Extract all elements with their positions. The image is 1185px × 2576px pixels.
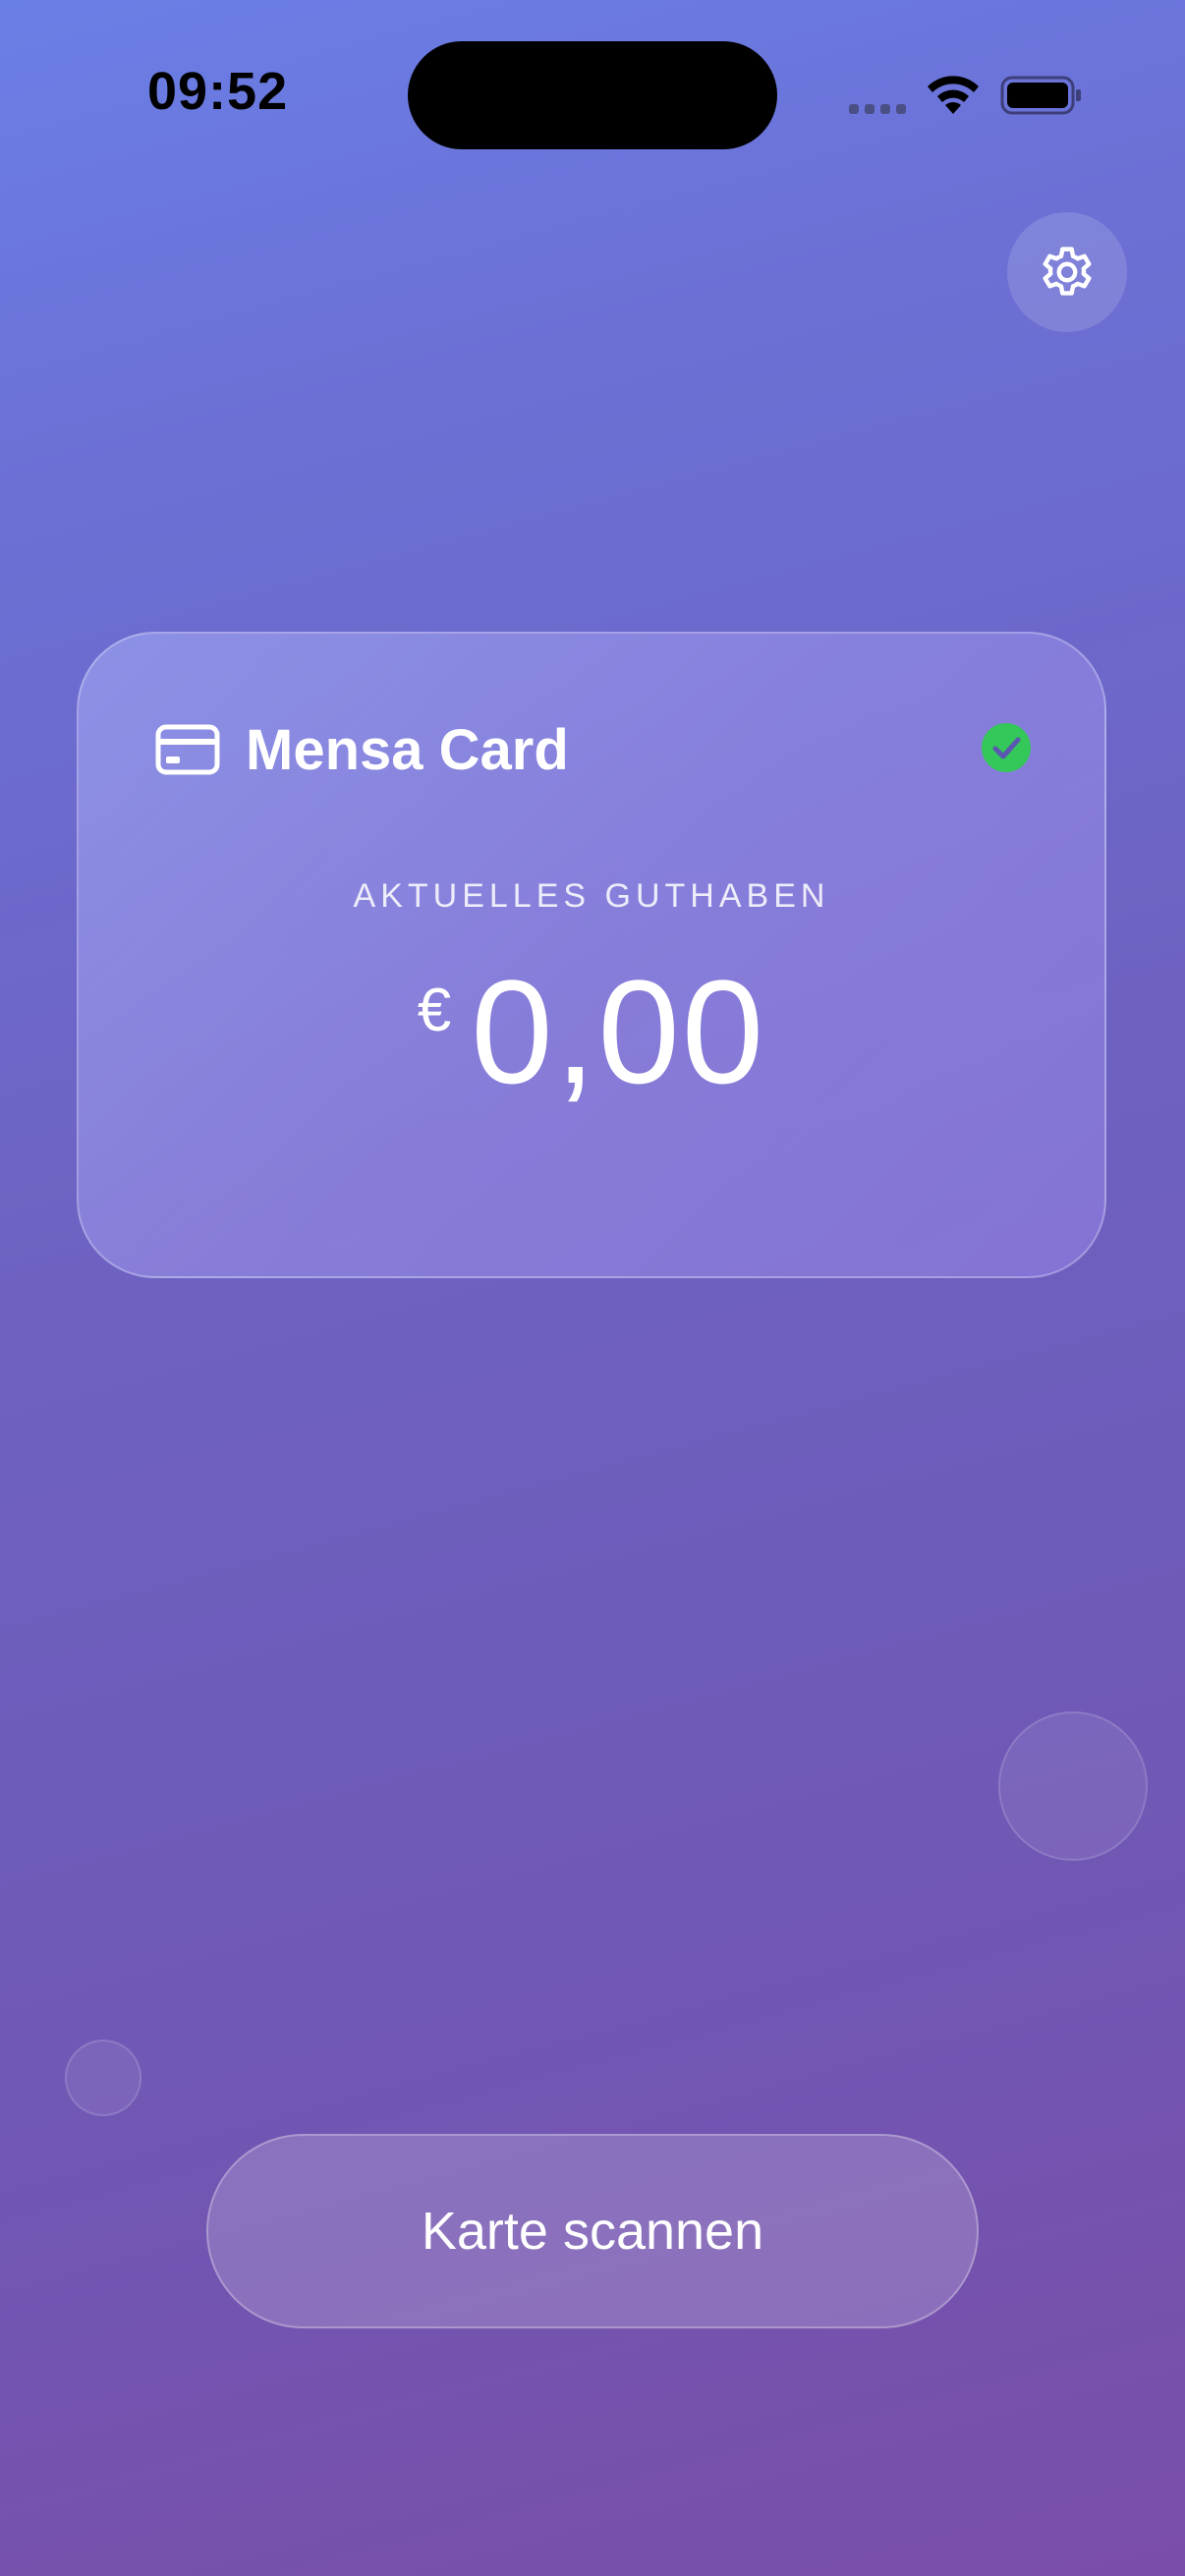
mensa-card: Mensa Card AKTUELLES GUTHABEN € 0,00 xyxy=(77,632,1106,1278)
settings-button[interactable] xyxy=(1007,212,1127,332)
balance-label: AKTUELLES GUTHABEN xyxy=(353,877,830,915)
scan-card-button[interactable]: Karte scannen xyxy=(206,2134,979,2328)
dynamic-island xyxy=(408,41,777,149)
balance-row: € 0,00 xyxy=(79,958,1104,1105)
gear-icon xyxy=(1043,247,1092,296)
battery-icon xyxy=(1000,76,1081,115)
decorative-bubble xyxy=(65,2040,141,2116)
checkmark-circle-icon xyxy=(982,723,1031,772)
status-bar: 09:52 xyxy=(0,0,1185,187)
balance-value: 0,00 xyxy=(471,949,766,1114)
card-title: Mensa Card xyxy=(246,718,569,782)
wifi-icon xyxy=(928,76,979,114)
credit-card-icon xyxy=(155,724,220,775)
currency-symbol: € xyxy=(417,977,452,1044)
decorative-bubble xyxy=(998,1711,1148,1861)
status-time: 09:52 xyxy=(147,62,289,121)
cellular-signal-icon xyxy=(849,104,906,114)
